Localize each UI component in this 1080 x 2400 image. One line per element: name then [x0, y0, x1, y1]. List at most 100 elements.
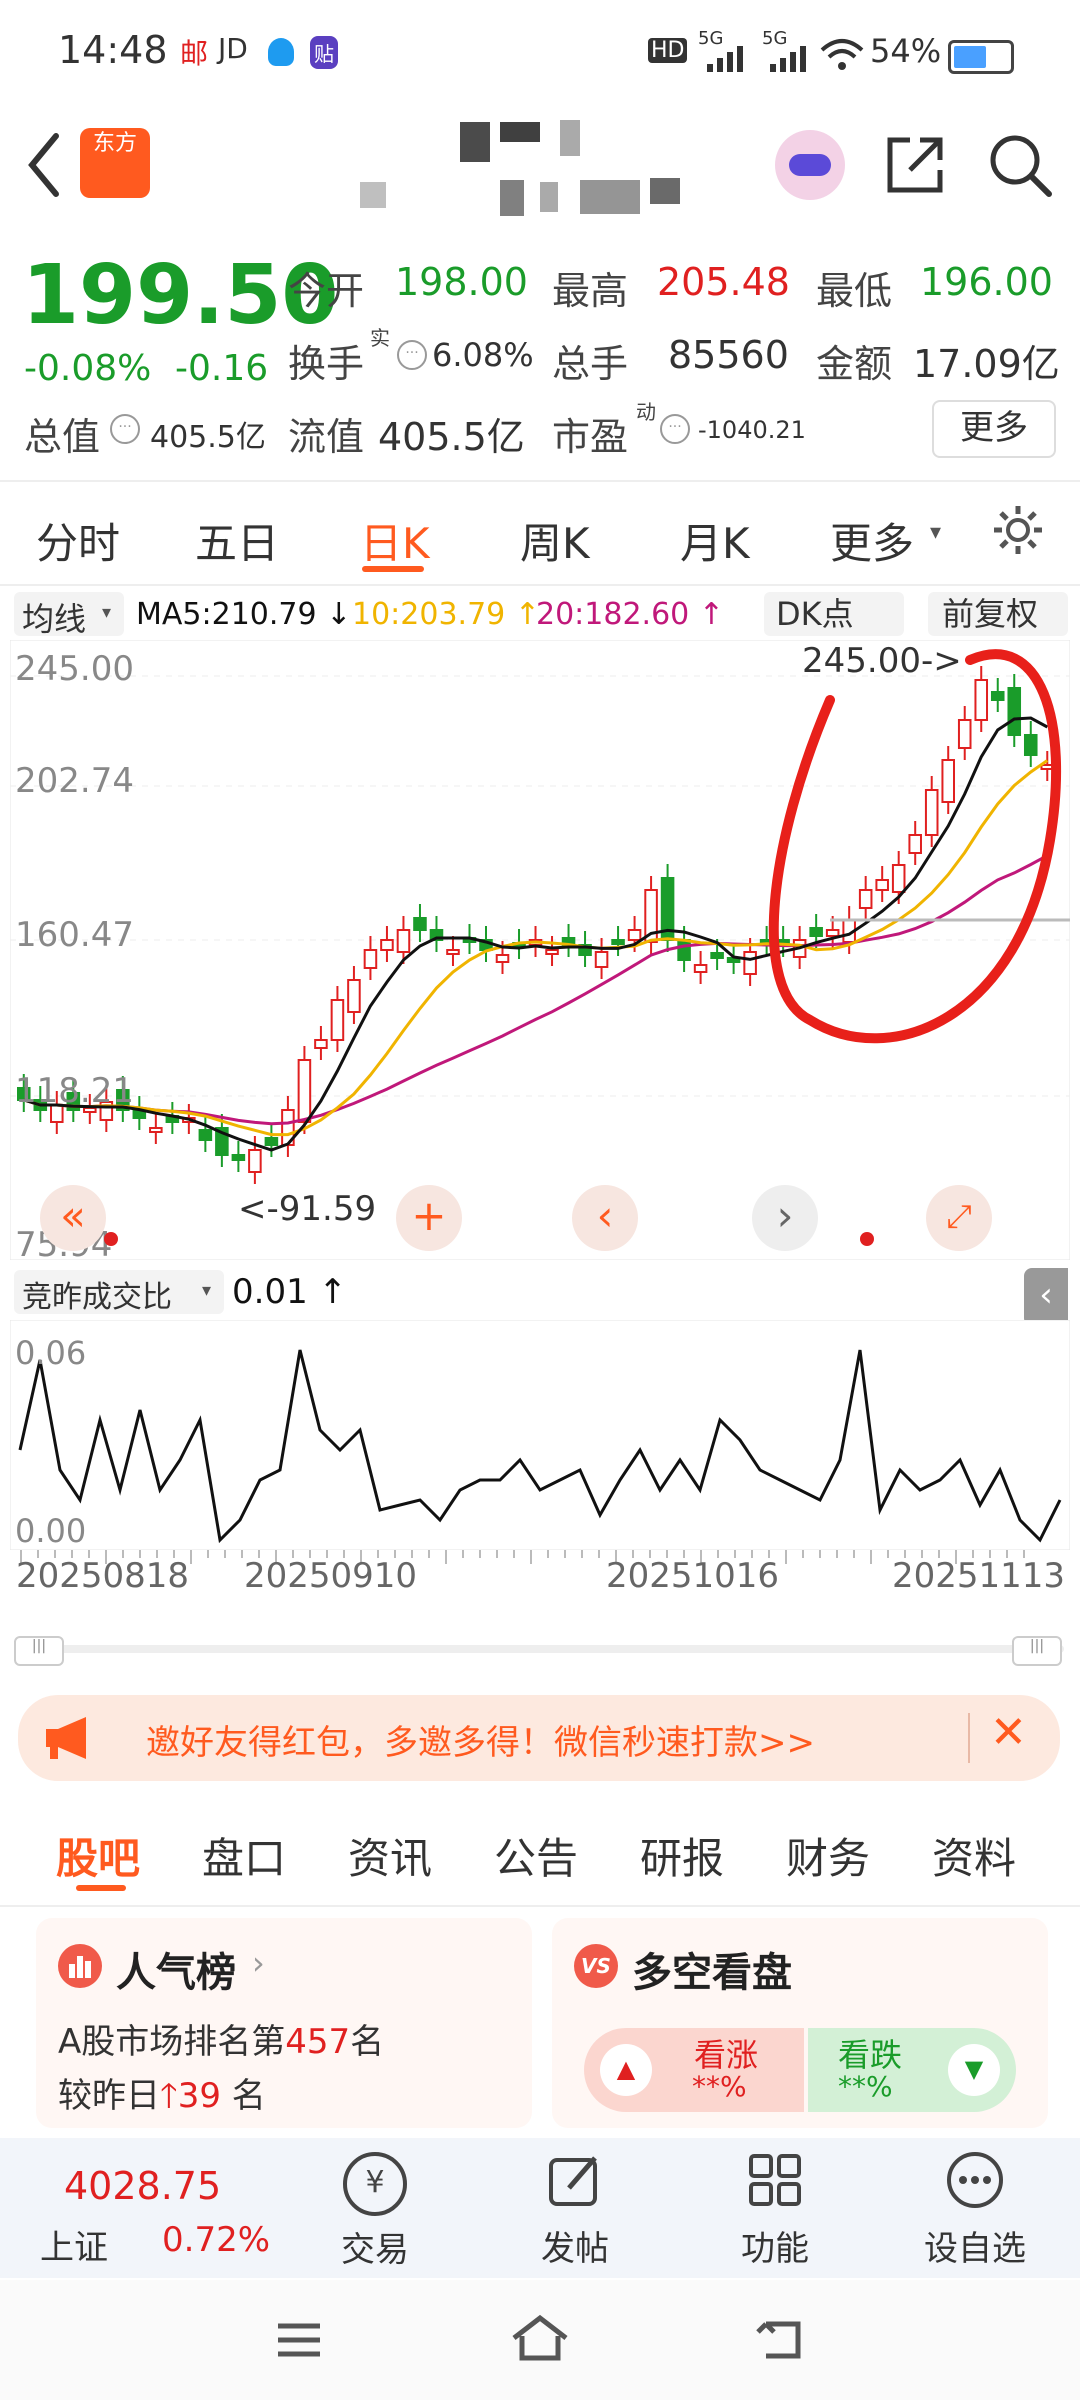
- collapse-panel-icon[interactable]: ‹: [1024, 1268, 1068, 1326]
- active-tab-indicator: [362, 566, 424, 572]
- zoom-in-icon[interactable]: +: [396, 1185, 462, 1251]
- nav-trade[interactable]: ¥ 交易: [300, 2138, 450, 2271]
- vol-y-tick-1: 0.06: [15, 1334, 86, 1372]
- ranking-icon: [58, 1944, 102, 1988]
- wifi-icon: [820, 39, 864, 70]
- candle: [710, 952, 724, 959]
- index-change[interactable]: 0.72%: [162, 2220, 270, 2260]
- rank-change-prefix: 较昨日: [58, 2076, 160, 2116]
- high-value: 205.48: [657, 260, 790, 304]
- tab-announcement[interactable]: 公告: [494, 1825, 578, 1886]
- tab-more[interactable]: 更多: [830, 510, 914, 571]
- candle: [380, 939, 394, 951]
- candle: [825, 929, 840, 937]
- share-icon[interactable]: [880, 130, 950, 200]
- rank-line: A股市场排名第457名: [58, 2014, 384, 2063]
- home-icon[interactable]: [508, 2312, 572, 2364]
- x-axis-tick: [836, 1550, 838, 1558]
- nav-add-watchlist[interactable]: 设自选: [900, 2138, 1050, 2270]
- fullscreen-icon[interactable]: ⤢: [926, 1185, 992, 1251]
- tab-daily-k[interactable]: 日K: [360, 510, 430, 571]
- kline-chart[interactable]: 245.00 202.74 160.47 118.21 75.94 245.00…: [10, 640, 1070, 1260]
- x-date-3: 20251016: [606, 1556, 780, 1596]
- x-axis-tick: [241, 1550, 243, 1558]
- menu-icon[interactable]: [274, 2320, 324, 2360]
- index-name[interactable]: 上证: [40, 2220, 108, 2269]
- more-quote-button[interactable]: 更多: [932, 400, 1056, 458]
- tab-weekly-k[interactable]: 周K: [520, 510, 590, 571]
- y-tick-2: 202.74: [15, 761, 134, 801]
- bear-button[interactable]: 看跌 **% ▼: [808, 2028, 1016, 2112]
- open-value: 198.00: [395, 260, 528, 304]
- x-date-2: 20250910: [244, 1556, 418, 1596]
- x-axis-tick: [496, 1550, 498, 1558]
- range-handle-right[interactable]: |||: [1012, 1636, 1062, 1666]
- x-axis-tick: [428, 1550, 430, 1558]
- tab-news[interactable]: 资讯: [348, 1825, 432, 1886]
- nav-functions[interactable]: 功能: [700, 2138, 850, 2270]
- settings-gear-icon[interactable]: [990, 502, 1046, 558]
- range-handle-left[interactable]: |||: [14, 1636, 64, 1666]
- candle: [198, 1129, 213, 1141]
- tab-profile[interactable]: 资料: [932, 1825, 1016, 1886]
- assistant-avatar-icon[interactable]: [775, 130, 845, 200]
- candle: [231, 1154, 246, 1161]
- sentiment-card[interactable]: VS 多空看盘 ▲ 看涨 **% 看跌 **% ▼: [552, 1918, 1048, 2128]
- candle: [413, 917, 427, 931]
- candle: [264, 1137, 279, 1146]
- volume-ratio-chart[interactable]: 0.06 0.00: [10, 1320, 1070, 1550]
- popularity-card[interactable]: 人气榜 › A股市场排名第457名 较昨日🡑39 名: [36, 1918, 532, 2128]
- promo-text: 邀好友得红包，多邀多得！微信秒速打款>>: [146, 1723, 815, 1763]
- nav-post-label: 发帖: [541, 2229, 609, 2269]
- info-dots-icon[interactable]: ···: [660, 414, 690, 444]
- x-axis-tick: [887, 1550, 889, 1558]
- x-axis-tick: [598, 1550, 600, 1558]
- x-axis-tick: [479, 1550, 481, 1558]
- up-triangle-icon: ▲: [600, 2044, 652, 2096]
- promo-banner[interactable]: 邀好友得红包，多邀多得！微信秒速打款>> ✕: [18, 1695, 1060, 1781]
- adjust-mode-button[interactable]: 前复权: [928, 592, 1068, 636]
- tab-finance[interactable]: 财务: [786, 1825, 870, 1886]
- info-dots-icon[interactable]: ···: [110, 414, 140, 444]
- back-icon[interactable]: [24, 130, 64, 200]
- tab-pankou[interactable]: 盘口: [202, 1825, 286, 1886]
- bull-button[interactable]: ▲ 看涨 **%: [584, 2028, 804, 2112]
- tab-research[interactable]: 研报: [640, 1825, 724, 1886]
- close-icon[interactable]: ✕: [990, 1707, 1027, 1758]
- scroll-left-icon[interactable]: ‹: [572, 1185, 638, 1251]
- search-icon[interactable]: [985, 130, 1055, 200]
- divider: [968, 1713, 970, 1763]
- quote-panel: 199.50 -0.08% -0.16 今开 198.00 最高 205.48 …: [0, 230, 1080, 470]
- tab-timeshare[interactable]: 分时: [36, 510, 120, 571]
- scroll-left-fast-icon[interactable]: «: [40, 1185, 106, 1251]
- tab-guba[interactable]: 股吧: [56, 1825, 140, 1886]
- chevron-right-icon: ›: [252, 1944, 265, 1982]
- tab-five-day[interactable]: 五日: [195, 510, 279, 571]
- candle: [396, 929, 411, 953]
- candle: [627, 929, 642, 941]
- mktcap-value: 405.5亿: [150, 420, 266, 455]
- back-nav-icon[interactable]: [752, 2316, 806, 2362]
- ma-selector[interactable]: 均线 ▾: [14, 592, 124, 638]
- index-value[interactable]: 4028.75: [64, 2164, 221, 2208]
- divider: [0, 480, 1080, 482]
- edit-post-icon: [549, 2156, 597, 2206]
- indicator-selector[interactable]: 竞昨成交比 ▾: [14, 1270, 224, 1315]
- candle: [149, 1127, 163, 1133]
- app-logo[interactable]: 东方: [80, 128, 150, 198]
- divider: [0, 584, 1080, 586]
- candle: [446, 949, 460, 955]
- dropdown-arrow-icon: ▾: [202, 1280, 212, 1301]
- range-slider-track[interactable]: [18, 1645, 1064, 1653]
- float-value: 405.5亿: [378, 415, 525, 459]
- scroll-right-icon[interactable]: ›: [752, 1185, 818, 1251]
- jd-notification-icon: JD: [218, 32, 248, 65]
- info-dots-icon[interactable]: ···: [397, 340, 427, 370]
- tab-monthly-k[interactable]: 月K: [680, 510, 750, 571]
- candle: [297, 1059, 312, 1123]
- censored-block: [580, 180, 640, 214]
- candle: [1007, 687, 1022, 736]
- more-dots-circle-icon: [947, 2152, 1003, 2208]
- nav-post[interactable]: 发帖: [500, 2138, 650, 2270]
- dk-point-button[interactable]: DK点: [764, 592, 904, 636]
